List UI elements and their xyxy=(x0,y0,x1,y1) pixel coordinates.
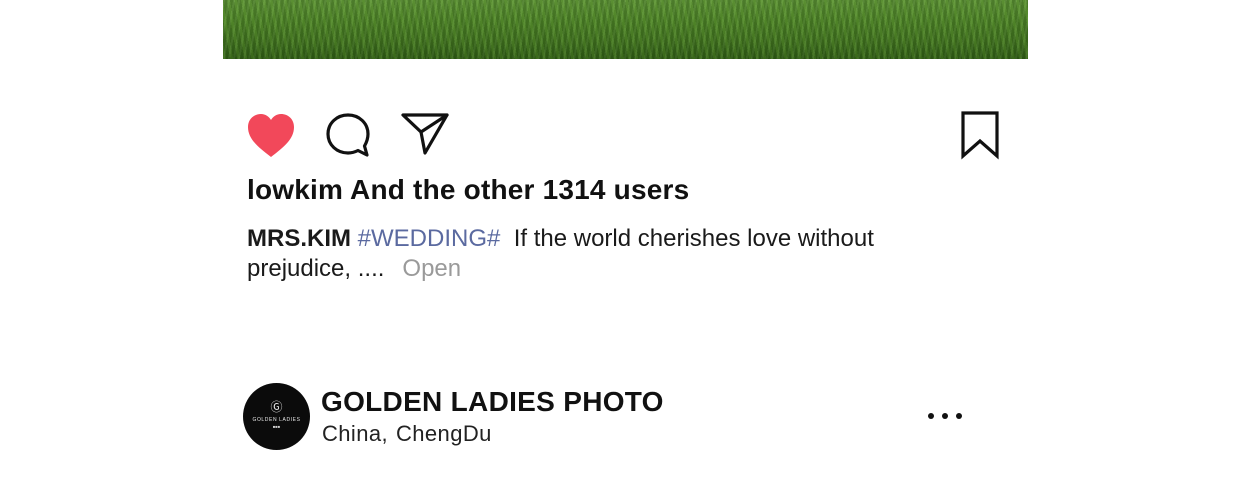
avatar-logo-mark: Ⓖ xyxy=(270,400,283,414)
location-country: China xyxy=(322,421,382,446)
more-dot xyxy=(928,413,934,419)
caption-author[interactable]: MRS.KIM xyxy=(247,225,351,252)
account-location[interactable]: China, ChengDu xyxy=(322,421,492,447)
open-caption-link[interactable]: Open xyxy=(402,255,461,282)
avatar[interactable]: Ⓖ GOLDEN LADIES ■■■ xyxy=(243,383,310,450)
account-name[interactable]: GOLDEN LADIES PHOTO xyxy=(321,386,664,418)
caption-hashtag[interactable]: #WEDDING# xyxy=(358,225,501,252)
more-dot xyxy=(956,413,962,419)
avatar-logo-sub: ■■■ xyxy=(272,424,281,429)
more-dots-icon[interactable] xyxy=(928,408,962,424)
caption-text-line2: prejudice, .... xyxy=(247,255,385,282)
location-city: ChengDu xyxy=(396,421,492,446)
location-separator: , xyxy=(381,421,388,446)
likes-summary[interactable]: lowkim And the other 1314 users xyxy=(247,174,689,206)
comment-bubble-icon[interactable] xyxy=(325,112,371,158)
bookmark-icon[interactable] xyxy=(960,110,1000,160)
post-caption: MRS.KIM #WEDDING# If the world cherishes… xyxy=(247,224,947,284)
post-photo[interactable] xyxy=(223,0,1028,59)
paper-plane-icon[interactable] xyxy=(400,110,450,156)
caption-text-line1: If the world cherishes love without xyxy=(513,225,874,252)
heart-icon[interactable] xyxy=(246,113,296,159)
more-dot xyxy=(942,413,948,419)
avatar-logo-text: GOLDEN LADIES xyxy=(252,417,301,423)
